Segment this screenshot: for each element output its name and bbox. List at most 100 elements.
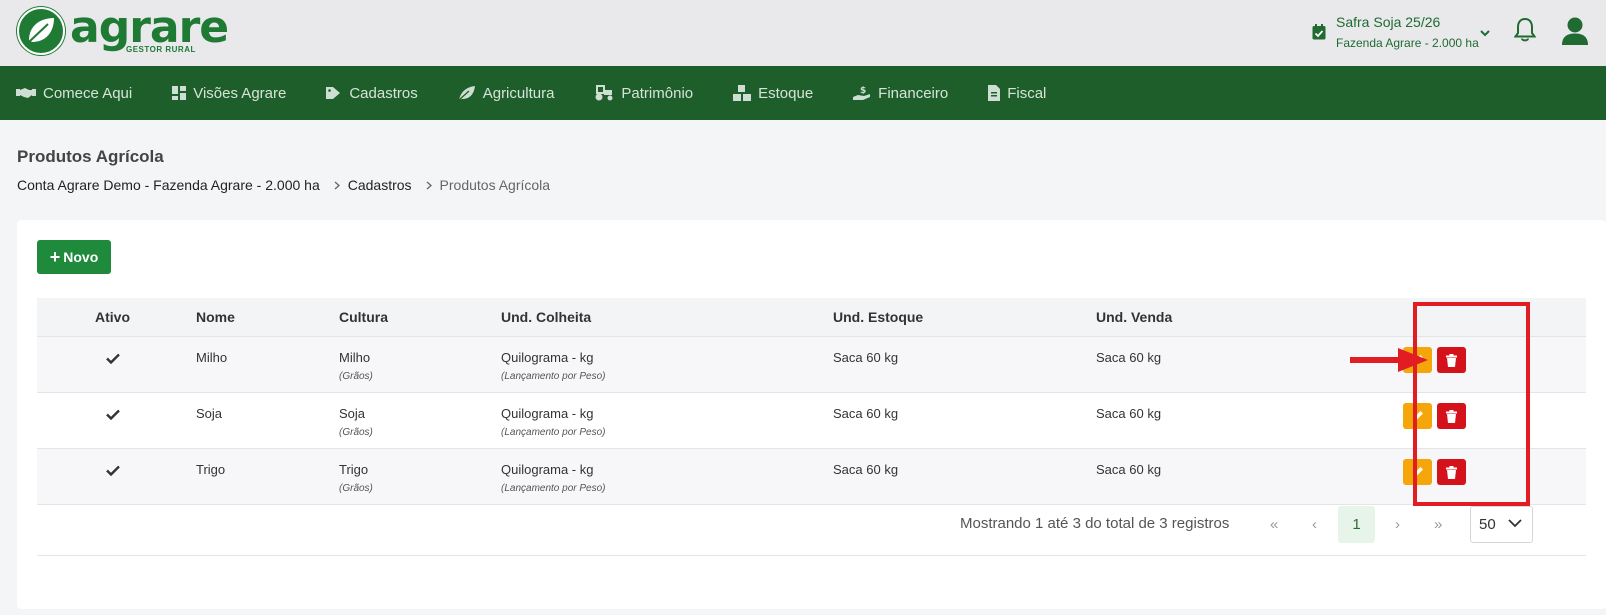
cell-cultura: Trigo (Grãos)	[339, 462, 373, 494]
safra-selector[interactable]: Safra Soja 25/26 Fazenda Agrare - 2.000 …	[1312, 14, 1479, 50]
cell-und-estoque: Saca 60 kg	[833, 406, 899, 421]
new-button[interactable]: + Novo	[37, 240, 111, 274]
check-icon	[106, 407, 120, 425]
chevron-down-icon	[1508, 519, 1522, 528]
bell-icon[interactable]	[1513, 17, 1537, 48]
main-navbar: Comece Aqui Visões Agrare Cadastros Agri…	[0, 66, 1606, 120]
header-ativo[interactable]: Ativo	[95, 309, 130, 325]
header-cultura[interactable]: Cultura	[339, 309, 388, 325]
leaf-logo-icon	[16, 6, 66, 56]
cell-cultura: Milho (Grãos)	[339, 350, 373, 382]
top-header: agrare GESTOR RURAL Safra Soja 25/26 Faz…	[0, 0, 1606, 66]
page-1-button[interactable]: 1	[1338, 506, 1375, 543]
dashboard-icon	[172, 86, 187, 100]
first-page-button[interactable]: «	[1270, 516, 1278, 533]
cell-nome: Soja	[196, 406, 223, 421]
table-header: Ativo Nome Cultura Und. Colheita Und. Es…	[37, 298, 1586, 337]
plus-icon: +	[49, 246, 61, 267]
tag-icon	[326, 87, 341, 99]
nav-item-estoque[interactable]: Estoque	[733, 85, 813, 102]
cell-und-venda: Saca 60 kg	[1096, 462, 1162, 477]
nav-label: Cadastros	[349, 84, 418, 102]
colheita-unit: Quilograma - kg	[501, 406, 594, 421]
pagination: Mostrando 1 até 3 do total de 3 registro…	[37, 498, 1586, 556]
cell-und-colheita: Quilograma - kg (Lançamento por Peso)	[501, 350, 606, 382]
last-page-button[interactable]: »	[1434, 516, 1442, 533]
cultura-name: Milho	[339, 350, 371, 365]
check-icon	[106, 463, 120, 481]
nav-label: Financeiro	[878, 84, 949, 102]
brand-subtitle: GESTOR RURAL	[126, 45, 196, 54]
new-button-label: Novo	[63, 249, 99, 265]
file-invoice-icon	[988, 85, 1001, 101]
boxes-icon	[733, 85, 752, 101]
agrare-logo[interactable]: agrare GESTOR RURAL	[16, 2, 229, 56]
safra-farm: Fazenda Agrare - 2.000 ha	[1336, 36, 1479, 50]
hand-money-icon: $	[853, 86, 871, 100]
page-size-value: 50	[1479, 516, 1496, 533]
breadcrumb-current: Produtos Agrícola	[439, 177, 551, 193]
nav-label: Agricultura	[482, 84, 555, 102]
nav-label: Visões Agrare	[193, 84, 287, 102]
nav-item-patrimonio[interactable]: Patrimônio	[594, 85, 693, 102]
products-table: Ativo Nome Cultura Und. Colheita Und. Es…	[37, 298, 1586, 505]
cultura-name: Trigo	[339, 462, 369, 477]
breadcrumb-cadastros[interactable]: Cadastros	[348, 177, 412, 193]
nav-item-financeiro[interactable]: $ Financeiro	[853, 85, 948, 102]
header-nome[interactable]: Nome	[196, 309, 235, 325]
leaf-icon	[458, 86, 475, 101]
colheita-mode: (Lançamento por Peso)	[501, 427, 606, 438]
cell-und-estoque: Saca 60 kg	[833, 462, 899, 477]
highlight-box	[1413, 302, 1530, 506]
cultura-type: (Grãos)	[339, 483, 373, 494]
colheita-mode: (Lançamento por Peso)	[501, 483, 606, 494]
cell-und-estoque: Saca 60 kg	[833, 350, 899, 365]
cell-nome: Trigo	[196, 462, 226, 477]
calendar-check-icon	[1312, 24, 1326, 45]
nav-label: Fiscal	[1007, 84, 1047, 102]
cell-und-venda: Saca 60 kg	[1096, 350, 1162, 365]
red-arrow-icon	[1350, 348, 1428, 372]
breadcrumb-account[interactable]: Conta Agrare Demo - Fazenda Agrare - 2.0…	[17, 177, 320, 193]
check-icon	[106, 351, 120, 369]
next-page-button[interactable]: ›	[1395, 516, 1400, 533]
chevron-down-icon[interactable]	[1480, 24, 1490, 42]
colheita-mode: (Lançamento por Peso)	[501, 371, 606, 382]
content-card: + Novo Ativo Nome Cultura Und. Colheita …	[17, 220, 1606, 609]
user-icon[interactable]	[1561, 16, 1589, 51]
handshake-icon	[16, 88, 36, 98]
colheita-unit: Quilograma - kg	[501, 462, 594, 477]
cell-nome: Milho	[196, 350, 228, 365]
cultura-type: (Grãos)	[339, 371, 373, 382]
nav-item-visoes-agrare[interactable]: Visões Agrare	[172, 85, 286, 102]
nav-item-fiscal[interactable]: Fiscal	[988, 85, 1046, 102]
cell-und-colheita: Quilograma - kg (Lançamento por Peso)	[501, 462, 606, 494]
cell-cultura: Soja (Grãos)	[339, 406, 373, 438]
nav-item-agricultura[interactable]: Agricultura	[458, 84, 555, 102]
tractor-icon	[595, 85, 613, 101]
brand-name: agrare	[70, 2, 229, 53]
nav-label: Comece Aqui	[43, 84, 133, 102]
page-title: Produtos Agrícola	[17, 147, 164, 166]
header-und-colheita[interactable]: Und. Colheita	[501, 309, 591, 325]
cultura-name: Soja	[339, 406, 366, 421]
cultura-type: (Grãos)	[339, 427, 373, 438]
colheita-unit: Quilograma - kg	[501, 350, 594, 365]
cell-und-venda: Saca 60 kg	[1096, 406, 1162, 421]
table-row[interactable]: Soja Soja (Grãos) Quilograma - kg (Lança…	[37, 393, 1586, 449]
page-size-select[interactable]: 50	[1470, 506, 1533, 543]
safra-title: Safra Soja 25/26	[1336, 14, 1441, 30]
nav-item-cadastros[interactable]: Cadastros	[326, 84, 418, 102]
breadcrumb: Conta Agrare Demo - Fazenda Agrare - 2.0…	[17, 177, 550, 193]
chevron-right-icon	[426, 177, 432, 193]
table-row[interactable]: Trigo Trigo (Grãos) Quilograma - kg (Lan…	[37, 449, 1586, 505]
prev-page-button[interactable]: ‹	[1312, 516, 1317, 533]
header-und-estoque[interactable]: Und. Estoque	[833, 309, 923, 325]
chevron-right-icon	[334, 177, 340, 193]
cell-und-colheita: Quilograma - kg (Lançamento por Peso)	[501, 406, 606, 438]
nav-item-comece-aqui[interactable]: Comece Aqui	[16, 85, 132, 102]
pagination-info: Mostrando 1 até 3 do total de 3 registro…	[960, 515, 1230, 532]
nav-label: Estoque	[758, 84, 814, 102]
header-und-venda[interactable]: Und. Venda	[1096, 309, 1172, 325]
svg-text:$: $	[860, 86, 866, 96]
